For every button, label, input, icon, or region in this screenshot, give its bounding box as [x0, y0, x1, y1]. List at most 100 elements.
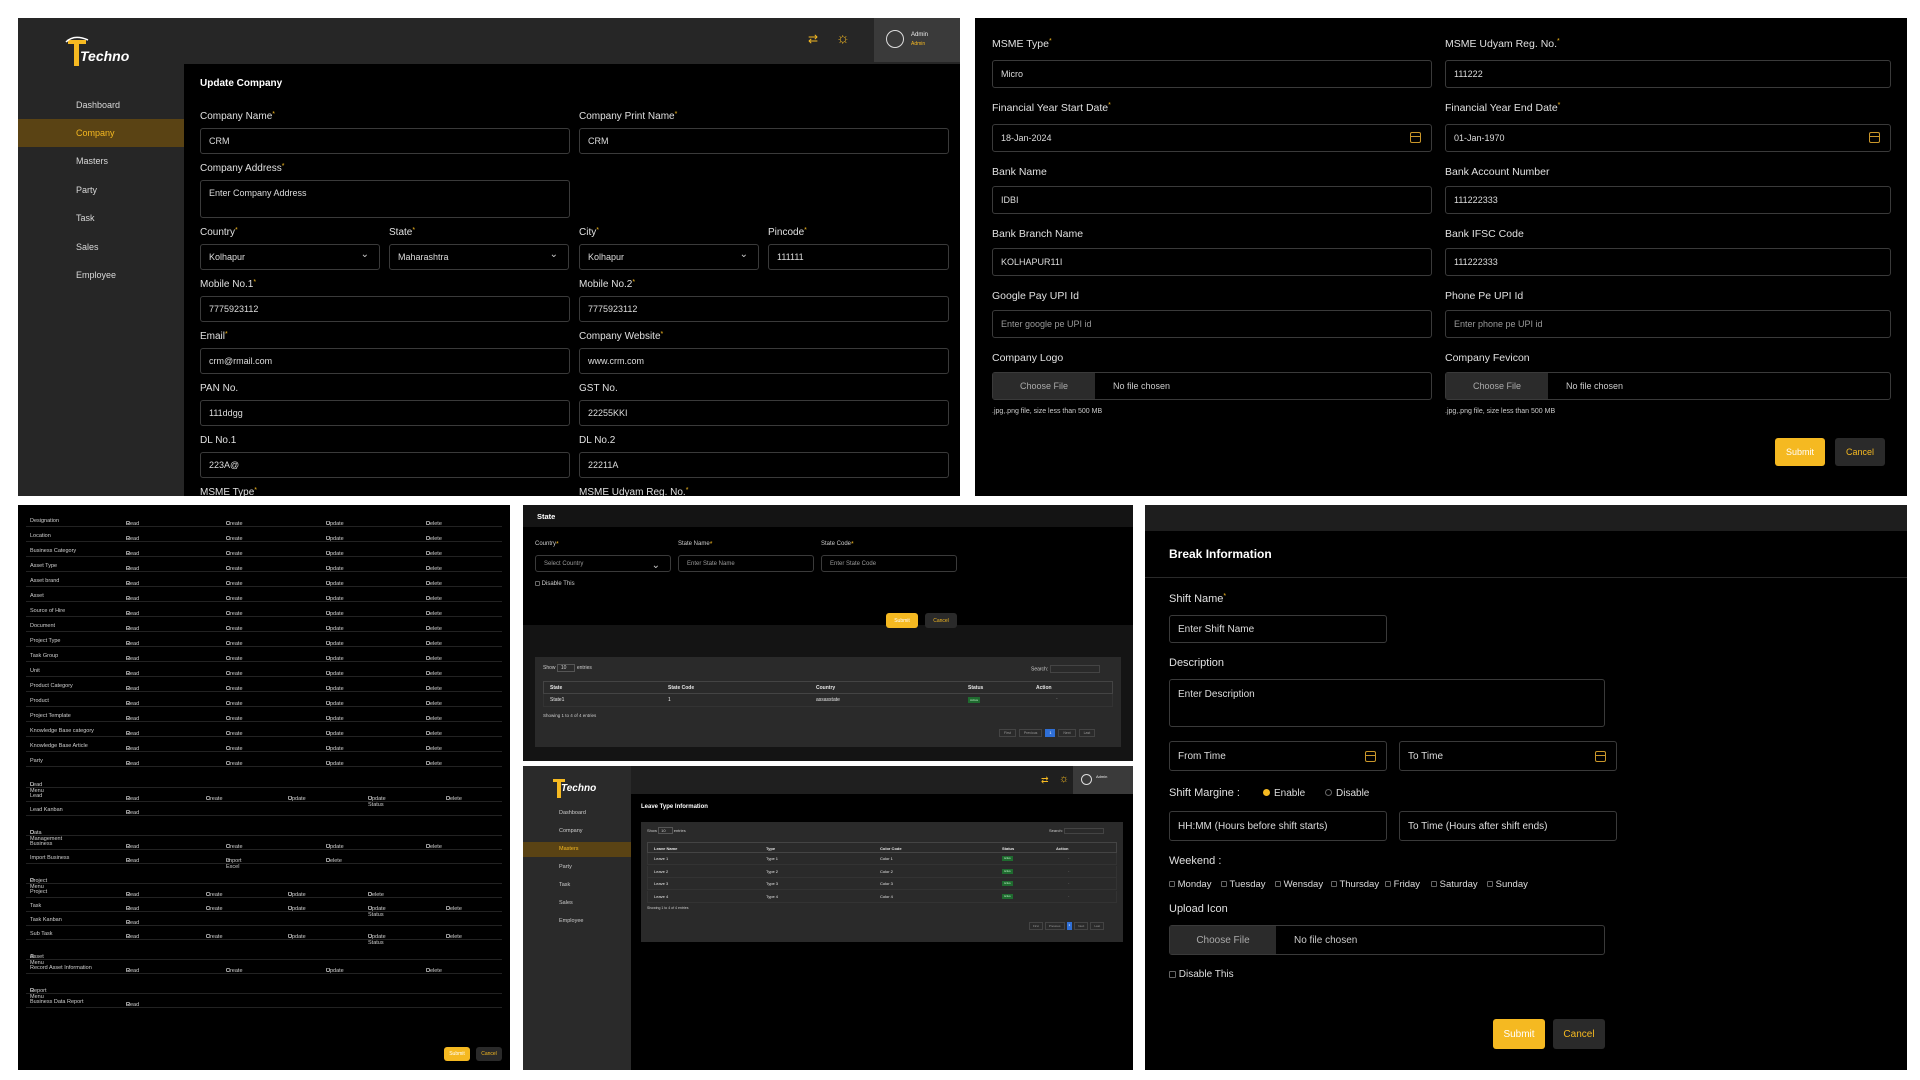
page-previous[interactable]: Previous: [1018, 729, 1043, 737]
col-country[interactable]: Country: [816, 685, 835, 691]
checkbox[interactable]: [1385, 881, 1391, 888]
address-textarea[interactable]: Enter Company Address: [200, 180, 570, 218]
checkbox[interactable]: [1487, 881, 1493, 888]
mobile2-input[interactable]: 7775923112: [579, 296, 949, 322]
col-status[interactable]: Status: [1002, 846, 1014, 851]
hours-after-input[interactable]: To Time (Hours after shift ends): [1399, 811, 1617, 841]
logo-file-input[interactable]: Choose File No file chosen: [992, 372, 1432, 400]
page-last[interactable]: Last: [1078, 729, 1096, 737]
branch-input[interactable]: KOLHAPUR11I: [992, 248, 1432, 276]
page-next[interactable]: Next: [1058, 729, 1076, 737]
sidebar-item-employee[interactable]: Employee: [18, 261, 184, 289]
calendar-icon[interactable]: [1365, 751, 1376, 762]
weekend-day-thursday[interactable]: Thursday: [1331, 879, 1379, 890]
weekend-day-monday[interactable]: Monday: [1169, 879, 1211, 890]
submit-button[interactable]: Submit: [444, 1047, 470, 1061]
calendar-icon[interactable]: [1410, 132, 1421, 143]
city-select[interactable]: Kolhapur: [579, 244, 759, 270]
gst-input[interactable]: 22255KKI: [579, 400, 949, 426]
disable-checkbox[interactable]: [535, 581, 540, 586]
print-name-input[interactable]: CRM: [579, 128, 949, 154]
sidebar-item-masters[interactable]: Masters: [523, 842, 631, 857]
sidebar-item-dashboard[interactable]: Dashboard: [523, 806, 631, 821]
state-code-input[interactable]: Enter State Code: [821, 555, 957, 572]
cancel-button[interactable]: Cancel: [925, 613, 957, 628]
col-action[interactable]: Action: [1036, 685, 1052, 691]
col-leave-name[interactable]: Leave Name: [654, 846, 677, 851]
to-time-input[interactable]: To Time: [1399, 741, 1617, 771]
page-previous[interactable]: Previous: [1044, 922, 1065, 930]
dl2-input[interactable]: 22211A: [579, 452, 949, 478]
calendar-icon[interactable]: [1595, 751, 1606, 762]
swap-icon[interactable]: ⇄: [1041, 775, 1049, 786]
country-select[interactable]: Kolhapur: [200, 244, 380, 270]
page-last[interactable]: Last: [1090, 922, 1105, 930]
action-icon[interactable]: -: [1068, 855, 1069, 860]
company-name-input[interactable]: CRM: [200, 128, 570, 154]
choose-file-button[interactable]: Choose File: [1170, 926, 1276, 954]
state-select[interactable]: Maharashtra: [389, 244, 569, 270]
sidebar-item-employee[interactable]: Employee: [523, 914, 631, 929]
col-color-code[interactable]: Color Code: [880, 846, 902, 851]
weekend-day-tuesday[interactable]: Tuesday: [1221, 879, 1266, 890]
entries-select[interactable]: 10: [556, 664, 576, 672]
col-status[interactable]: Status: [968, 685, 983, 691]
account-input[interactable]: 111222333: [1445, 186, 1891, 214]
from-time-input[interactable]: From Time: [1169, 741, 1387, 771]
sidebar-item-masters[interactable]: Masters: [18, 147, 184, 175]
swap-icon[interactable]: ⇄: [808, 32, 818, 46]
page-1[interactable]: 1: [1045, 729, 1056, 737]
phonepe-input[interactable]: Enter phone pe UPI id: [1445, 310, 1891, 338]
disable-checkbox[interactable]: [1169, 970, 1176, 978]
cancel-button[interactable]: Cancel: [1835, 438, 1885, 466]
choose-file-button[interactable]: Choose File: [1446, 373, 1548, 399]
user-menu[interactable]: Admin: [1073, 766, 1133, 794]
sidebar-item-party[interactable]: Party: [523, 860, 631, 875]
choose-file-button[interactable]: Choose File: [993, 373, 1095, 399]
gpay-input[interactable]: Enter google pe UPI id: [992, 310, 1432, 338]
page-1[interactable]: 1: [1066, 922, 1073, 930]
user-menu[interactable]: Admin Admin: [874, 18, 960, 62]
msme-type-input[interactable]: Micro: [992, 60, 1432, 88]
cancel-button[interactable]: Cancel: [476, 1047, 502, 1061]
sidebar-item-dashboard[interactable]: Dashboard: [18, 91, 184, 119]
mobile1-input[interactable]: 7775923112: [200, 296, 570, 322]
search-input[interactable]: [1049, 665, 1100, 673]
shift-name-input[interactable]: Enter Shift Name: [1169, 615, 1387, 643]
weekend-day-wensday[interactable]: Wensday: [1275, 879, 1323, 890]
sidebar-item-task[interactable]: Task: [18, 204, 184, 232]
search-input[interactable]: [1063, 828, 1104, 834]
col-type[interactable]: Type: [766, 846, 775, 851]
col-action[interactable]: Action: [1056, 846, 1068, 851]
ifsc-input[interactable]: 111222333: [1445, 248, 1891, 276]
page-next[interactable]: Next: [1074, 922, 1089, 930]
col-state[interactable]: State: [550, 685, 562, 691]
col-state-code[interactable]: State Code: [668, 685, 694, 691]
submit-button[interactable]: Submit: [1775, 438, 1825, 466]
fy-start-input[interactable]: 18-Jan-2024: [992, 124, 1432, 152]
sidebar-item-company[interactable]: Company: [18, 119, 184, 147]
enable-radio[interactable]: Enable: [1263, 788, 1305, 799]
action-icon[interactable]: -: [1068, 868, 1069, 873]
entries-select[interactable]: 10: [658, 827, 673, 834]
submit-button[interactable]: Submit: [1493, 1019, 1545, 1049]
country-select[interactable]: Select Country: [535, 555, 671, 572]
favicon-file-input[interactable]: Choose File No file chosen: [1445, 372, 1891, 400]
pincode-input[interactable]: 111111: [768, 244, 949, 270]
pan-input[interactable]: 111ddgg: [200, 400, 570, 426]
state-name-input[interactable]: Enter State Name: [678, 555, 814, 572]
dl1-input[interactable]: 223A@: [200, 452, 570, 478]
checkbox[interactable]: [1331, 881, 1337, 888]
bank-name-input[interactable]: IDBI: [992, 186, 1432, 214]
theme-sun-icon[interactable]: ☼: [1059, 773, 1069, 785]
sidebar-item-sales[interactable]: Sales: [18, 233, 184, 261]
weekend-day-sunday[interactable]: Sunday: [1487, 879, 1528, 890]
checkbox[interactable]: [1275, 881, 1281, 888]
upload-icon-input[interactable]: Choose File No file chosen: [1169, 925, 1605, 955]
cancel-button[interactable]: Cancel: [1553, 1019, 1605, 1049]
calendar-icon[interactable]: [1869, 132, 1880, 143]
weekend-day-friday[interactable]: Friday: [1385, 879, 1420, 890]
submit-button[interactable]: Submit: [886, 613, 918, 628]
sidebar-item-task[interactable]: Task: [523, 878, 631, 893]
fy-end-input[interactable]: 01-Jan-1970: [1445, 124, 1891, 152]
